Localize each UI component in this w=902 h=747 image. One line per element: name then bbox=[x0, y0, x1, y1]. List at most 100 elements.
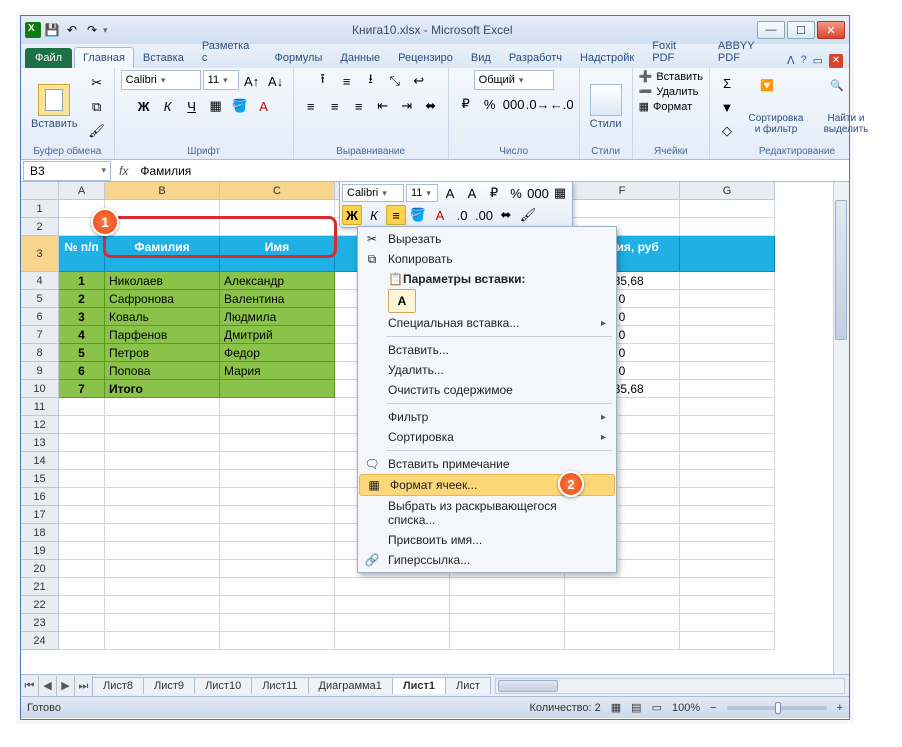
font-size-combo[interactable]: 11▾ bbox=[203, 70, 239, 90]
select-all-corner[interactable] bbox=[21, 182, 59, 200]
cell[interactable] bbox=[335, 578, 450, 596]
col-F[interactable]: F bbox=[565, 182, 680, 200]
cell[interactable]: Николаев bbox=[105, 272, 220, 290]
mini-border-icon[interactable]: ▦ bbox=[550, 183, 570, 203]
cell[interactable] bbox=[59, 470, 105, 488]
cell[interactable]: Дмитрий bbox=[220, 326, 335, 344]
row-header[interactable]: 1 bbox=[21, 200, 59, 218]
inc-dec-icon[interactable]: .0→ bbox=[527, 93, 549, 115]
cell[interactable] bbox=[220, 200, 335, 218]
cells-insert[interactable]: ➕Вставить bbox=[639, 70, 703, 83]
maximize-button[interactable]: ☐ bbox=[787, 21, 815, 39]
row-header[interactable]: 18 bbox=[21, 524, 59, 542]
cell[interactable] bbox=[565, 632, 680, 650]
vertical-scrollbar[interactable] bbox=[833, 182, 849, 674]
cell[interactable]: Имя bbox=[220, 236, 335, 272]
fill-icon[interactable]: ▼ bbox=[716, 96, 738, 118]
cell[interactable] bbox=[680, 308, 775, 326]
cell[interactable] bbox=[450, 596, 565, 614]
cell[interactable] bbox=[680, 290, 775, 308]
decrease-font-icon[interactable]: A↓ bbox=[265, 70, 287, 92]
wrap-icon[interactable]: ↩ bbox=[408, 70, 430, 92]
workbook-close-icon[interactable]: ✕ bbox=[829, 54, 843, 68]
sheet-tab[interactable]: Лист10 bbox=[194, 677, 252, 694]
clear-icon[interactable]: ◇ bbox=[716, 120, 738, 142]
cell[interactable] bbox=[335, 632, 450, 650]
qat-save[interactable]: 💾 bbox=[43, 21, 61, 39]
cell[interactable] bbox=[105, 632, 220, 650]
cell[interactable] bbox=[105, 560, 220, 578]
cells-delete[interactable]: ➖Удалить bbox=[639, 85, 699, 98]
cell[interactable] bbox=[59, 542, 105, 560]
tab-abbyy[interactable]: ABBYY PDF bbox=[709, 35, 787, 68]
view-normal-icon[interactable]: ▦ bbox=[611, 701, 621, 714]
cell[interactable] bbox=[680, 272, 775, 290]
cell[interactable] bbox=[59, 488, 105, 506]
cell[interactable] bbox=[220, 506, 335, 524]
cell[interactable] bbox=[680, 416, 775, 434]
paste-button[interactable]: Вставить bbox=[27, 82, 82, 132]
sheet-tab[interactable]: Лист bbox=[445, 677, 491, 694]
row-header[interactable]: 24 bbox=[21, 632, 59, 650]
row-header[interactable]: 5 bbox=[21, 290, 59, 308]
cell[interactable] bbox=[59, 398, 105, 416]
cell[interactable]: Итого bbox=[105, 380, 220, 398]
cell[interactable] bbox=[105, 452, 220, 470]
cell[interactable] bbox=[680, 560, 775, 578]
increase-font-icon[interactable]: A↑ bbox=[241, 70, 263, 92]
zoom-out-icon[interactable]: − bbox=[710, 702, 716, 714]
row-header[interactable]: 16 bbox=[21, 488, 59, 506]
cell[interactable]: Коваль bbox=[105, 308, 220, 326]
font-color-icon[interactable]: A bbox=[253, 95, 275, 117]
cell[interactable] bbox=[680, 596, 775, 614]
cell[interactable] bbox=[59, 632, 105, 650]
align-mid-icon[interactable]: ≡ bbox=[336, 70, 358, 92]
ctx-clear[interactable]: Очистить содержимое bbox=[358, 380, 616, 400]
row-header[interactable]: 19 bbox=[21, 542, 59, 560]
cell[interactable] bbox=[220, 452, 335, 470]
cell[interactable] bbox=[220, 614, 335, 632]
cell[interactable] bbox=[220, 542, 335, 560]
row-header[interactable]: 3 bbox=[21, 236, 59, 272]
cell[interactable] bbox=[335, 596, 450, 614]
cell[interactable] bbox=[105, 614, 220, 632]
cell[interactable] bbox=[680, 362, 775, 380]
percent-icon[interactable]: % bbox=[479, 93, 501, 115]
horizontal-scrollbar[interactable] bbox=[495, 678, 845, 694]
mini-currency-icon[interactable]: ₽ bbox=[484, 183, 504, 203]
cell[interactable]: Федор bbox=[220, 344, 335, 362]
tab-file[interactable]: Файл bbox=[25, 48, 72, 68]
close-button[interactable]: ✕ bbox=[817, 21, 845, 39]
sheet-prev-icon[interactable]: ◀ bbox=[39, 676, 57, 696]
cell[interactable] bbox=[220, 632, 335, 650]
cell[interactable]: 6 bbox=[59, 362, 105, 380]
cell[interactable] bbox=[565, 578, 680, 596]
align-left-icon[interactable]: ≡ bbox=[300, 95, 322, 117]
italic-button[interactable]: К bbox=[157, 95, 179, 117]
zoom-level[interactable]: 100% bbox=[672, 702, 700, 714]
cell[interactable] bbox=[680, 326, 775, 344]
font-name-combo[interactable]: Calibri▾ bbox=[121, 70, 201, 90]
align-bot-icon[interactable]: ⭳ bbox=[360, 70, 382, 92]
autosum-icon[interactable]: Σ bbox=[716, 72, 738, 94]
cell[interactable] bbox=[105, 398, 220, 416]
cell[interactable] bbox=[680, 614, 775, 632]
cell[interactable] bbox=[220, 488, 335, 506]
row-header[interactable]: 4 bbox=[21, 272, 59, 290]
cell[interactable] bbox=[680, 506, 775, 524]
row-header[interactable]: 22 bbox=[21, 596, 59, 614]
sheet-tab[interactable]: Лист1 bbox=[392, 677, 446, 694]
cell[interactable] bbox=[105, 434, 220, 452]
cell[interactable] bbox=[59, 434, 105, 452]
ctx-sort[interactable]: Сортировка bbox=[358, 427, 616, 447]
cell[interactable] bbox=[59, 596, 105, 614]
cell[interactable] bbox=[680, 452, 775, 470]
sheet-tab[interactable]: Лист9 bbox=[143, 677, 195, 694]
mini-italic-button[interactable]: К bbox=[364, 205, 384, 225]
cell[interactable] bbox=[59, 506, 105, 524]
cell[interactable] bbox=[680, 632, 775, 650]
view-layout-icon[interactable]: ▤ bbox=[631, 701, 641, 714]
cell[interactable] bbox=[680, 236, 775, 272]
ctx-paste-option[interactable]: А bbox=[388, 289, 416, 313]
ctx-comment[interactable]: 🗨Вставить примечание bbox=[358, 454, 616, 474]
